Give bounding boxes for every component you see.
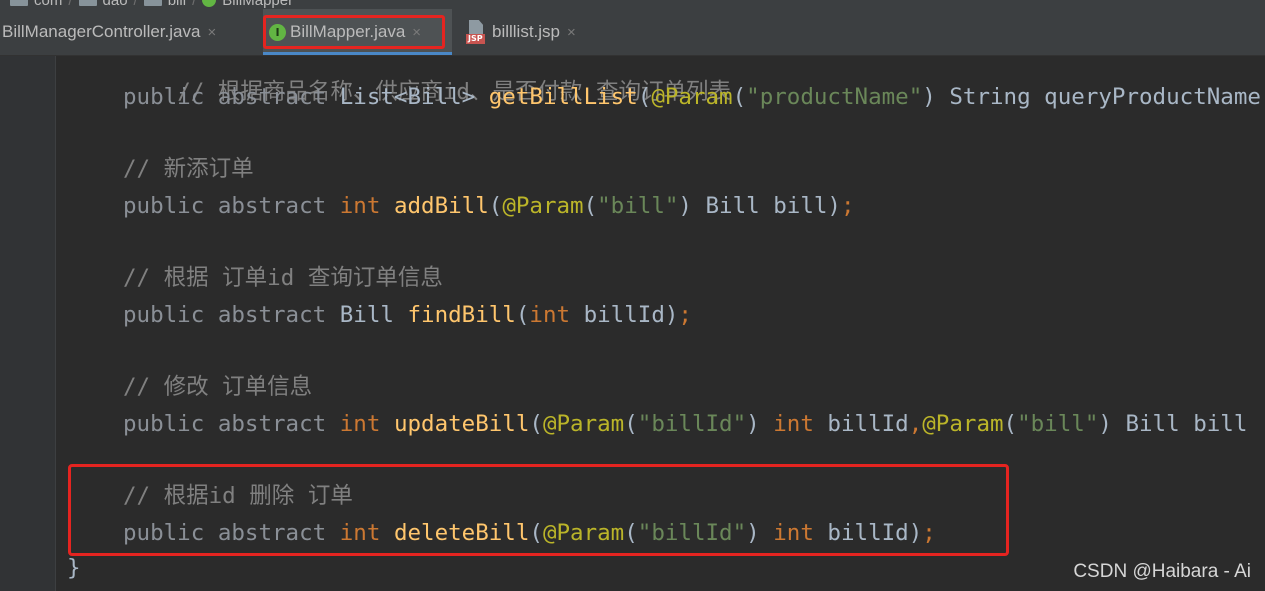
params: Bill bill)	[691, 193, 841, 219]
paren: )	[678, 193, 692, 219]
param-type: int	[529, 302, 571, 328]
modifiers: public abstract	[123, 411, 327, 437]
paren: (	[624, 411, 638, 437]
semicolon: ;	[678, 302, 692, 328]
params: Bill bill	[1111, 411, 1248, 437]
paren: )	[746, 411, 760, 437]
editor-tab-bar: BillManagerController.java × I BillMappe…	[0, 9, 1265, 56]
return-type: List<Bill>	[339, 84, 476, 110]
code-highlight-box	[68, 464, 1009, 556]
string-literal: "productName"	[746, 84, 923, 110]
annotation: @Param	[542, 411, 625, 437]
paren: (	[1003, 411, 1018, 437]
breadcrumb-item[interactable]: bill	[168, 0, 186, 9]
annotation: @Param	[922, 411, 1004, 437]
code-line-findbill: public abstract Bill findBill(int billId…	[123, 300, 692, 330]
string-literal: "bill"	[597, 193, 679, 219]
string-literal: "bill"	[1017, 411, 1099, 437]
jsp-file-icon: JSP	[466, 20, 488, 44]
folder-icon	[10, 0, 28, 6]
modifiers: public abstract	[123, 84, 327, 110]
code-comment: // 修改 订单信息	[123, 374, 313, 400]
paren: )	[922, 84, 936, 110]
folder-icon	[143, 0, 162, 6]
method-name: findBill	[407, 302, 516, 328]
tab-label: billlist.jsp	[492, 22, 561, 41]
interface-icon	[202, 0, 217, 7]
code-line-closing-brace: }	[67, 553, 81, 583]
breadcrumb-separator: /	[68, 0, 73, 9]
breadcrumb-separator: /	[192, 0, 197, 9]
modifiers: public abstract	[123, 193, 327, 219]
folder-icon	[78, 0, 97, 6]
paren: (	[515, 302, 530, 328]
tab-billlist-jsp[interactable]: JSP billlist.jsp ×	[466, 9, 606, 55]
breadcrumb-item[interactable]: com	[34, 0, 62, 9]
code-line-getbilllist: public abstract List<Bill> getBillList(@…	[123, 82, 1261, 112]
code-comment: // 根据 订单id 查询订单信息	[123, 265, 443, 291]
code-line-comment: // 根据商品名称、供应商id、是否付款 查询订单列表	[123, 56, 731, 105]
code-line-comment: // 修改 订单信息	[123, 372, 312, 402]
annotation: @Param	[651, 84, 733, 110]
paren: (	[732, 84, 747, 110]
code-comment: // 新添订单	[123, 156, 254, 182]
tab-highlight-box	[263, 15, 445, 49]
method-name: updateBill	[393, 411, 530, 437]
watermark: CSDN @Haibara - Ai	[1073, 561, 1251, 582]
code-line-comment: // 新添订单	[123, 154, 254, 184]
editor-gutter[interactable]	[0, 56, 56, 591]
code-line-updatebill: public abstract int updateBill(@Param("b…	[123, 409, 1247, 439]
close-icon[interactable]: ×	[207, 24, 216, 41]
tab-billmanagercontroller[interactable]: BillManagerController.java ×	[2, 9, 245, 55]
param-name: billId	[813, 411, 909, 437]
return-type: int	[339, 411, 381, 437]
method-name: getBillList	[488, 84, 638, 110]
params: billId)	[570, 302, 679, 328]
paren: (	[529, 411, 543, 437]
jsp-tag: JSP	[466, 34, 485, 44]
code-line-addbill: public abstract int addBill(@Param("bill…	[123, 191, 855, 221]
breadcrumb-item[interactable]: BillMapper	[222, 0, 293, 9]
semicolon: ;	[840, 193, 855, 219]
breadcrumb-separator: /	[133, 0, 138, 9]
close-icon[interactable]: ×	[567, 24, 576, 41]
code-line-comment: // 根据 订单id 查询订单信息	[123, 263, 443, 293]
param-type: int	[773, 411, 814, 437]
breadcrumb: com / dao / bill / BillMapper	[0, 0, 1265, 9]
closing-brace: }	[67, 555, 81, 581]
paren: )	[1098, 411, 1112, 437]
string-literal: "billId"	[637, 411, 747, 437]
comma: ,	[908, 411, 923, 437]
params: String queryProductName	[935, 84, 1261, 110]
method-name: addBill	[393, 193, 489, 219]
tab-label: BillManagerController.java	[2, 22, 201, 41]
annotation: @Param	[502, 193, 584, 219]
paren: (	[637, 84, 652, 110]
paren: (	[583, 193, 598, 219]
return-type: Bill	[339, 302, 394, 328]
paren: (	[488, 193, 503, 219]
return-type: int	[339, 193, 381, 219]
breadcrumb-item[interactable]: dao	[103, 0, 128, 9]
modifiers: public abstract	[123, 302, 327, 328]
